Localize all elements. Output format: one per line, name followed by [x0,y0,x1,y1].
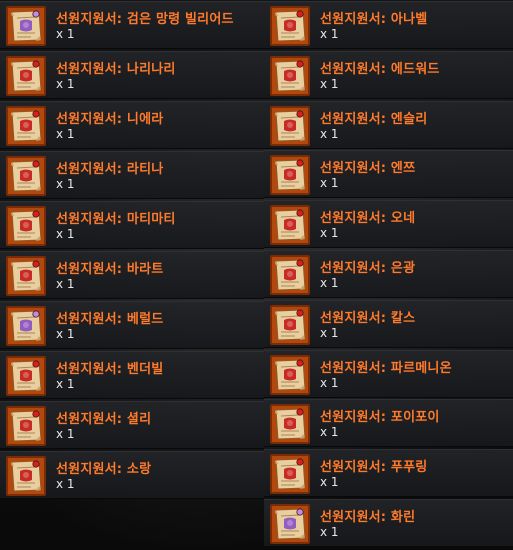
item-row[interactable]: 선원지원서: 바라트 x 1 [0,251,264,299]
item-name: 선원지원서: 은광 [320,261,416,276]
item-name: 선원지원서: 오네 [320,211,416,227]
sailor-application-scroll-icon[interactable] [270,354,310,395]
item-row[interactable]: 선원지원서: 검은 망령 빌리어드 x 1 [0,1,264,49]
item-quantity: x 1 [56,27,75,41]
item-name: 선원지원서: 엔슬리 [320,111,428,127]
item-name: 선원지원서: 푸푸링 [320,460,428,476]
item-name: 선원지원서: 베럴드 [56,312,164,327]
item-quantity: x 1 [320,525,339,539]
item-quantity: x 1 [320,325,339,340]
item-row[interactable]: 선원지원서: 라티나 x 1 [0,151,264,199]
item-name: 선원지원서: 에드워드 [320,61,440,77]
sailor-application-scroll-icon[interactable] [6,356,46,396]
item-row[interactable]: 선원지원서: 화린 x 1 [264,499,513,547]
item-quantity: x 1 [320,276,339,290]
item-quantity: x 1 [56,327,75,341]
item-name: 선원지원서: 파르메니온 [320,360,452,376]
item-quantity: x 1 [56,77,75,91]
item-quantity: x 1 [56,477,75,491]
item-row[interactable]: 선원지원서: 푸푸링 x 1 [264,449,513,498]
sailor-application-scroll-icon[interactable] [6,306,46,346]
item-row[interactable]: 선원지원서: 칼스 x 1 [264,299,513,348]
item-row[interactable]: 선원지원서: 에드워드 x 1 [264,50,513,99]
sailor-application-scroll-icon[interactable] [6,456,46,496]
sailor-application-scroll-icon[interactable] [270,304,310,345]
item-row[interactable]: 선원지원서: 엔쯔 x 1 [264,150,513,199]
item-quantity: x 1 [320,176,339,191]
item-quantity: x 1 [320,226,339,241]
item-name: 선원지원서: 아나벨 [320,12,428,27]
item-quantity: x 1 [320,375,339,390]
item-row[interactable]: 선원지원서: 나리나리 x 1 [0,51,264,99]
item-quantity: x 1 [320,425,339,440]
sailor-application-scroll-icon[interactable] [270,105,310,146]
sailor-application-scroll-icon[interactable] [270,155,310,196]
item-name: 선원지원서: 소랑 [56,462,152,477]
item-row[interactable]: 선원지원서: 니에라 x 1 [0,101,264,149]
sailor-application-scroll-icon[interactable] [270,255,310,295]
item-quantity: x 1 [320,27,339,41]
item-quantity: x 1 [56,427,75,441]
item-quantity: x 1 [320,126,339,141]
sailor-application-scroll-icon[interactable] [6,6,46,46]
item-name: 선원지원서: 화린 [320,510,416,525]
item-quantity: x 1 [56,377,75,391]
sailor-application-scroll-icon[interactable] [270,205,310,246]
sailor-application-scroll-icon[interactable] [270,454,310,495]
sailor-application-scroll-icon[interactable] [6,256,46,296]
item-row[interactable]: 선원지원서: 엔슬리 x 1 [264,100,513,149]
item-row[interactable]: 선원지원서: 셜리 x 1 [0,401,264,449]
sailor-application-scroll-icon[interactable] [6,206,46,246]
item-name: 선원지원서: 바라트 [56,262,164,277]
sailor-application-scroll-icon[interactable] [270,55,310,96]
sailor-application-scroll-icon[interactable] [270,504,310,544]
sailor-application-scroll-icon[interactable] [6,156,46,196]
item-row[interactable]: 선원지원서: 아나벨 x 1 [264,1,513,49]
item-name: 선원지원서: 마티마티 [56,212,176,227]
item-row[interactable]: 선원지원서: 마티마티 x 1 [0,201,264,249]
sailor-application-scroll-icon[interactable] [6,106,46,146]
item-name: 선원지원서: 나리나리 [56,62,176,77]
item-name: 선원지원서: 셜리 [56,412,152,427]
item-row[interactable]: 선원지원서: 포이포이 x 1 [264,399,513,448]
item-name: 선원지원서: 엔쯔 [320,161,416,177]
item-name: 선원지원서: 칼스 [320,310,416,326]
item-quantity: x 1 [56,127,75,141]
item-name: 선원지원서: 벤더빌 [56,362,164,377]
item-quantity: x 1 [320,475,339,490]
item-quantity: x 1 [56,227,75,241]
item-row[interactable]: 선원지원서: 은광 x 1 [264,250,513,298]
sailor-application-scroll-icon[interactable] [6,406,46,446]
item-row[interactable]: 선원지원서: 오네 x 1 [264,200,513,249]
item-name: 선원지원서: 니에라 [56,112,164,127]
item-quantity: x 1 [56,277,75,291]
item-row[interactable]: 선원지원서: 벤더빌 x 1 [0,351,264,399]
item-quantity: x 1 [56,177,75,191]
item-name: 선원지원서: 라티나 [56,162,164,177]
item-quantity: x 1 [320,76,339,91]
sailor-application-scroll-icon[interactable] [270,6,310,46]
item-name: 선원지원서: 포이포이 [320,410,440,426]
sailor-application-scroll-icon[interactable] [270,404,310,445]
item-name: 선원지원서: 검은 망령 빌리어드 [56,12,234,27]
item-row[interactable]: 선원지원서: 파르메니온 x 1 [264,349,513,398]
sailor-application-scroll-icon[interactable] [6,56,46,96]
item-row[interactable]: 선원지원서: 소랑 x 1 [0,451,264,499]
item-row[interactable]: 선원지원서: 베럴드 x 1 [0,301,264,349]
